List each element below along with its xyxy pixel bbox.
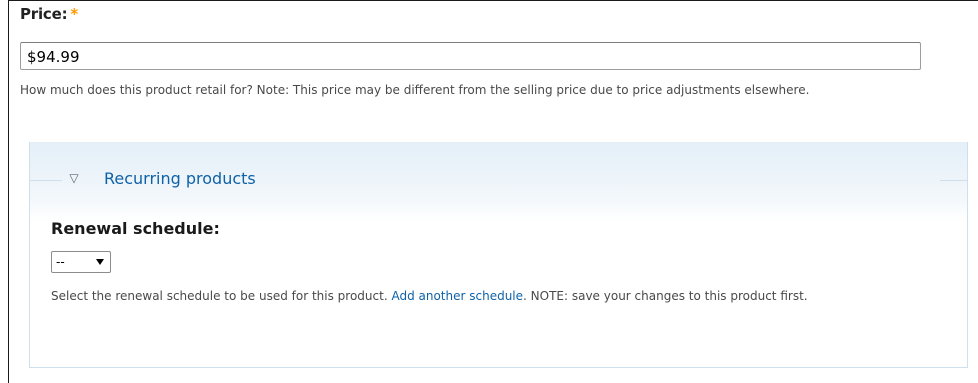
- price-label-text: Price:: [20, 5, 68, 23]
- dropdown-arrow-icon: [96, 259, 104, 265]
- renewal-description-text: Select the renewal schedule to be used f…: [51, 289, 392, 303]
- price-description: How much does this product retail for? N…: [20, 83, 810, 97]
- renewal-schedule-label: Renewal schedule:: [51, 219, 220, 238]
- fieldset-border-left: [30, 180, 62, 181]
- recurring-products-toggle-link[interactable]: Recurring products: [104, 169, 256, 188]
- collapse-triangle-icon[interactable]: ▽: [66, 168, 82, 188]
- required-marker: *: [70, 5, 79, 23]
- renewal-schedule-select[interactable]: --: [51, 251, 111, 273]
- renewal-schedule-description: Select the renewal schedule to be used f…: [51, 286, 951, 306]
- fieldset-border-right: [940, 180, 968, 181]
- add-another-schedule-link[interactable]: Add another schedule: [391, 289, 523, 303]
- price-input[interactable]: [20, 42, 921, 70]
- form-container: Price:* How much does this product retai…: [8, 0, 978, 383]
- renewal-schedule-selected-value: --: [56, 255, 65, 269]
- price-label: Price: *: [20, 5, 78, 23]
- recurring-products-fieldset: ▽ Recurring products Renewal schedule: -…: [29, 142, 968, 368]
- renewal-description-note: . NOTE: save your changes to this produc…: [523, 289, 808, 303]
